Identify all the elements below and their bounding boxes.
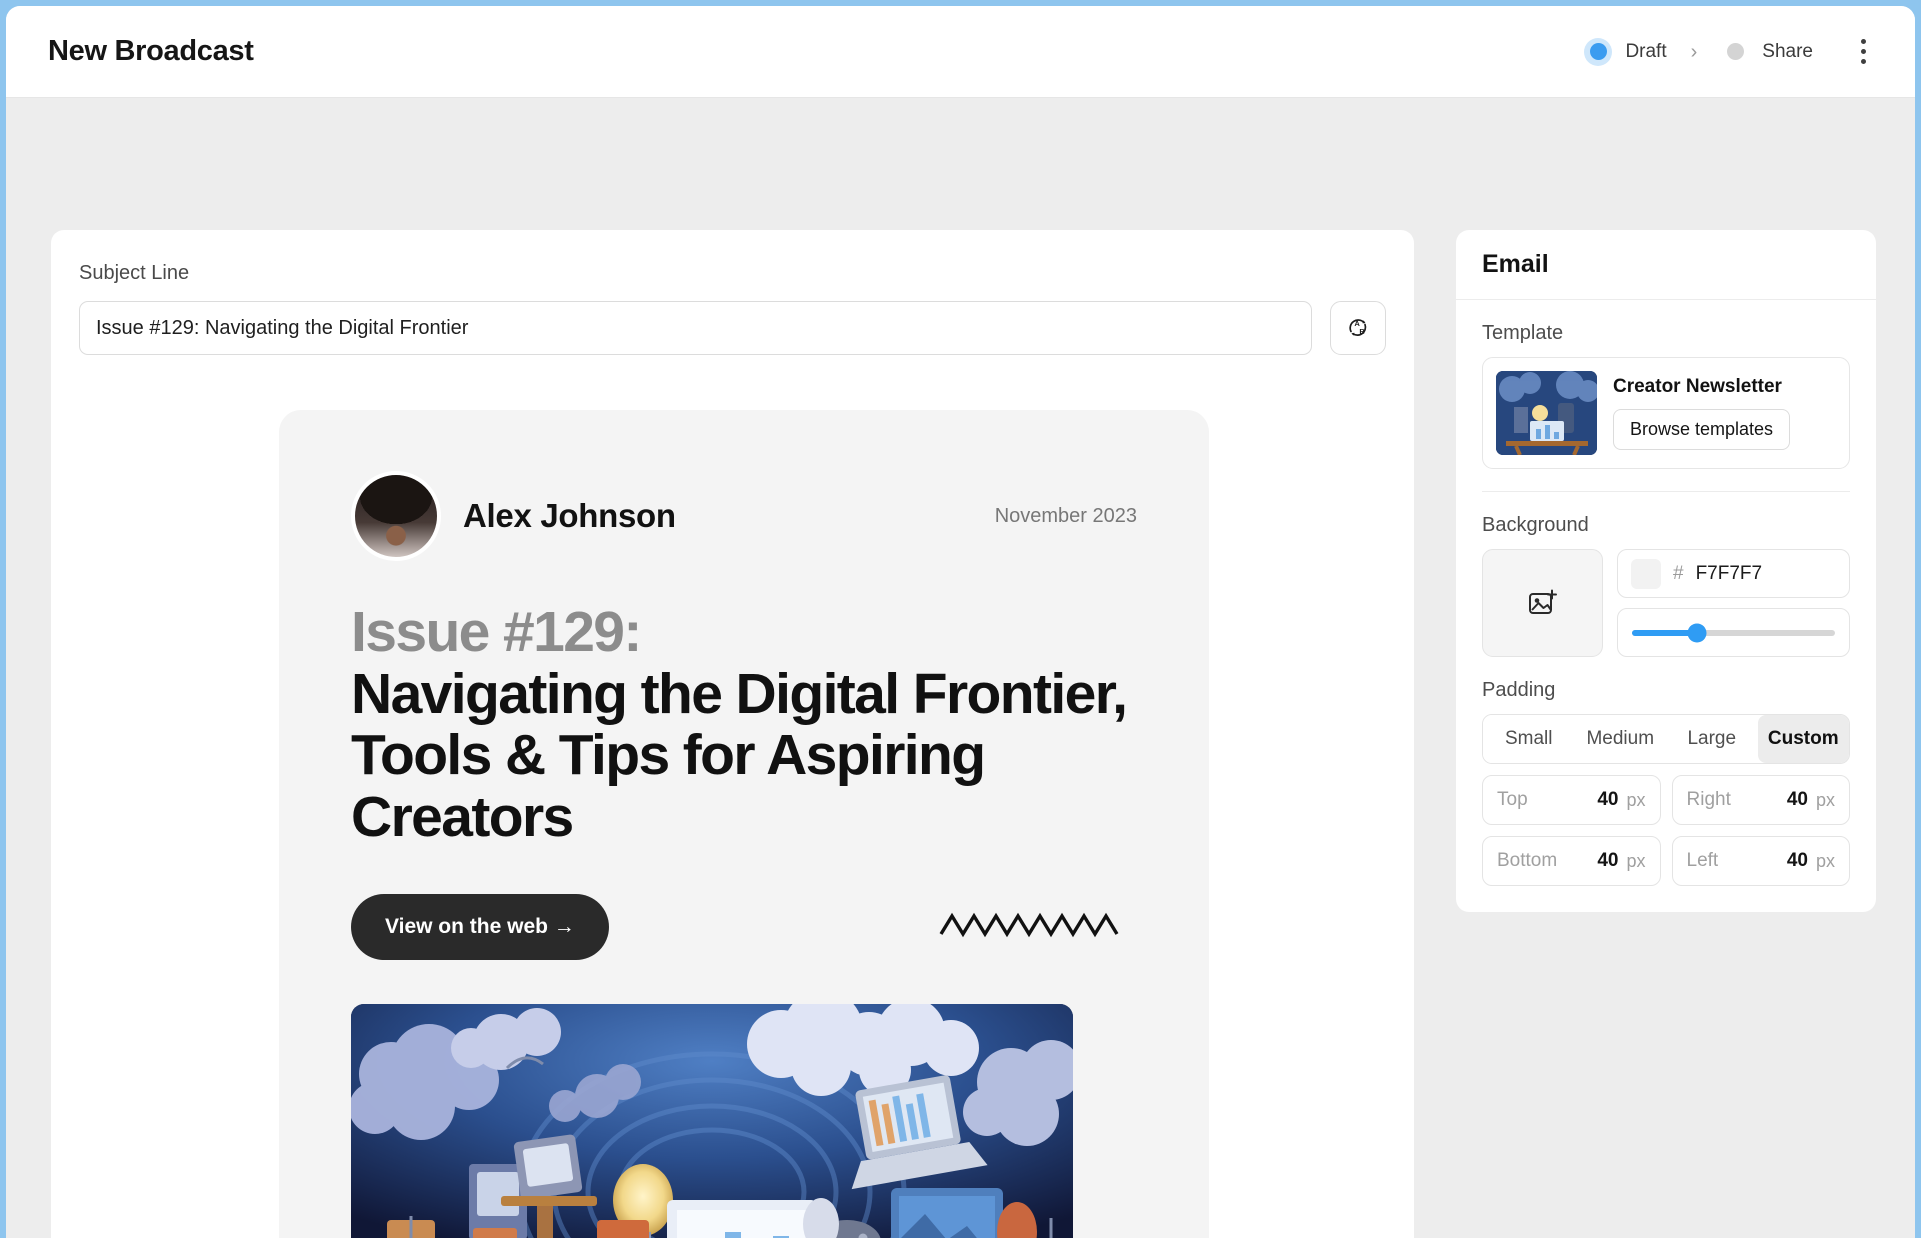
padding-preset-large[interactable]: Large bbox=[1666, 715, 1758, 763]
background-hex-value: F7F7F7 bbox=[1695, 562, 1763, 584]
kebab-dot bbox=[1860, 49, 1866, 54]
status-step-draft-label: Draft bbox=[1625, 40, 1667, 62]
ab-test-icon: A B bbox=[1349, 319, 1367, 336]
padding-bottom-field[interactable]: Bottom 40 px bbox=[1482, 836, 1661, 886]
preview-headline-text: Navigating the Digital Frontier, Tools &… bbox=[351, 661, 1128, 849]
view-on-web-button[interactable]: View on the web → bbox=[351, 894, 609, 961]
preview-headline: Issue #129: Navigating the Digital Front… bbox=[351, 600, 1137, 849]
background-hex-field[interactable]: # F7F7F7 bbox=[1617, 549, 1850, 598]
draft-status-dot bbox=[1589, 43, 1607, 60]
background-image-button[interactable] bbox=[1482, 549, 1603, 657]
template-card[interactable]: Creator Newsletter Browse templates bbox=[1482, 357, 1850, 469]
hero-illustration bbox=[351, 1004, 1073, 1238]
padding-top-unit: px bbox=[1626, 789, 1646, 810]
editor-card: Subject Line A B bbox=[51, 230, 1414, 1238]
template-section: Template Creator Newsletter Browse templ… bbox=[1456, 300, 1876, 469]
header-actions: Draft › Share bbox=[1574, 30, 1883, 74]
panel-title: Email bbox=[1482, 250, 1549, 278]
padding-right-value: 40 bbox=[1786, 789, 1808, 810]
status-step-draft[interactable]: Draft bbox=[1574, 37, 1676, 66]
template-info: Creator Newsletter Browse templates bbox=[1613, 376, 1791, 450]
padding-top-label: Top bbox=[1497, 789, 1528, 810]
padding-right-unit: px bbox=[1815, 789, 1835, 810]
template-label: Template bbox=[1482, 322, 1564, 344]
padding-left-field[interactable]: Left 40 px bbox=[1671, 836, 1850, 886]
subject-line-row: A B bbox=[79, 301, 1414, 355]
padding-bottom-label: Bottom bbox=[1497, 850, 1558, 871]
background-value-fields: # F7F7F7 bbox=[1617, 549, 1850, 657]
preview-hero-image bbox=[351, 1004, 1073, 1238]
padding-left-value: 40 bbox=[1786, 850, 1808, 871]
padding-right-field[interactable]: Right 40 px bbox=[1671, 775, 1850, 825]
status-step-share-label: Share bbox=[1762, 40, 1813, 62]
draft-status-indicator bbox=[1584, 37, 1613, 66]
ab-test-button[interactable]: A B bbox=[1330, 301, 1386, 355]
background-label: Background bbox=[1482, 514, 1589, 536]
template-thumbnail-image bbox=[1496, 371, 1597, 455]
padding-left-label: Left bbox=[1686, 850, 1719, 871]
avatar bbox=[351, 471, 441, 561]
preview-author-row: Alex Johnson November 2023 bbox=[351, 470, 1137, 562]
subject-input[interactable] bbox=[79, 301, 1312, 355]
app-header: New Broadcast Draft › Share bbox=[6, 6, 1915, 98]
padding-bottom-unit: px bbox=[1626, 850, 1646, 871]
hex-hash-symbol: # bbox=[1673, 562, 1684, 584]
workspace: Subject Line A B bbox=[6, 98, 1915, 1238]
preview-issue-prefix: Issue #129: bbox=[351, 600, 642, 664]
panel-header: Email bbox=[1456, 230, 1876, 300]
padding-top-field[interactable]: Top 40 px bbox=[1482, 775, 1661, 825]
share-status-indicator bbox=[1721, 38, 1749, 66]
padding-preset-group: Small Medium Large Custom bbox=[1482, 714, 1850, 764]
email-preview[interactable]: Alex Johnson November 2023 Issue #129: N… bbox=[279, 410, 1209, 1238]
padding-top-value: 40 bbox=[1597, 789, 1619, 810]
padding-right-label: Right bbox=[1686, 789, 1731, 810]
browse-templates-button[interactable]: Browse templates bbox=[1613, 409, 1791, 450]
app-window: New Broadcast Draft › Share Subject Line… bbox=[6, 6, 1915, 1238]
chevron-right-icon: › bbox=[1690, 40, 1698, 63]
template-name: Creator Newsletter bbox=[1613, 376, 1782, 397]
add-image-icon bbox=[1528, 589, 1557, 614]
padding-left-unit: px bbox=[1815, 850, 1835, 871]
background-opacity-slider[interactable] bbox=[1617, 608, 1850, 657]
slider-handle[interactable] bbox=[1687, 623, 1707, 642]
padding-fields: Top 40 px Right 40 px Bottom 40 px Left … bbox=[1482, 775, 1850, 886]
share-status-dot bbox=[1726, 43, 1744, 60]
zigzag-divider-icon bbox=[939, 908, 1129, 947]
padding-preset-small[interactable]: Small bbox=[1483, 715, 1575, 763]
svg-text:B: B bbox=[1359, 327, 1365, 336]
preview-author-name: Alex Johnson bbox=[463, 497, 676, 534]
page-title: New Broadcast bbox=[48, 35, 254, 67]
background-color-swatch[interactable] bbox=[1631, 558, 1661, 589]
background-section: Background # F7F7F7 bbox=[1456, 492, 1876, 657]
background-controls: # F7F7F7 bbox=[1482, 549, 1850, 657]
padding-section: Padding Small Medium Large Custom Top 40… bbox=[1456, 657, 1876, 886]
padding-preset-medium[interactable]: Medium bbox=[1574, 715, 1666, 763]
slider-track[interactable] bbox=[1632, 623, 1835, 642]
status-step-share[interactable]: Share bbox=[1711, 38, 1823, 66]
kebab-dot bbox=[1860, 59, 1866, 64]
email-settings-panel: Email Template Creator Newsletter Browse… bbox=[1456, 230, 1876, 912]
padding-bottom-value: 40 bbox=[1597, 850, 1619, 871]
kebab-menu-icon[interactable] bbox=[1843, 30, 1883, 74]
padding-preset-custom[interactable]: Custom bbox=[1757, 715, 1849, 763]
preview-cta-row: View on the web → bbox=[351, 894, 1137, 961]
template-thumbnail bbox=[1496, 371, 1597, 455]
kebab-dot bbox=[1860, 39, 1866, 44]
preview-date: November 2023 bbox=[994, 504, 1137, 527]
padding-label: Padding bbox=[1482, 679, 1556, 701]
subject-line-label: Subject Line bbox=[79, 262, 190, 284]
